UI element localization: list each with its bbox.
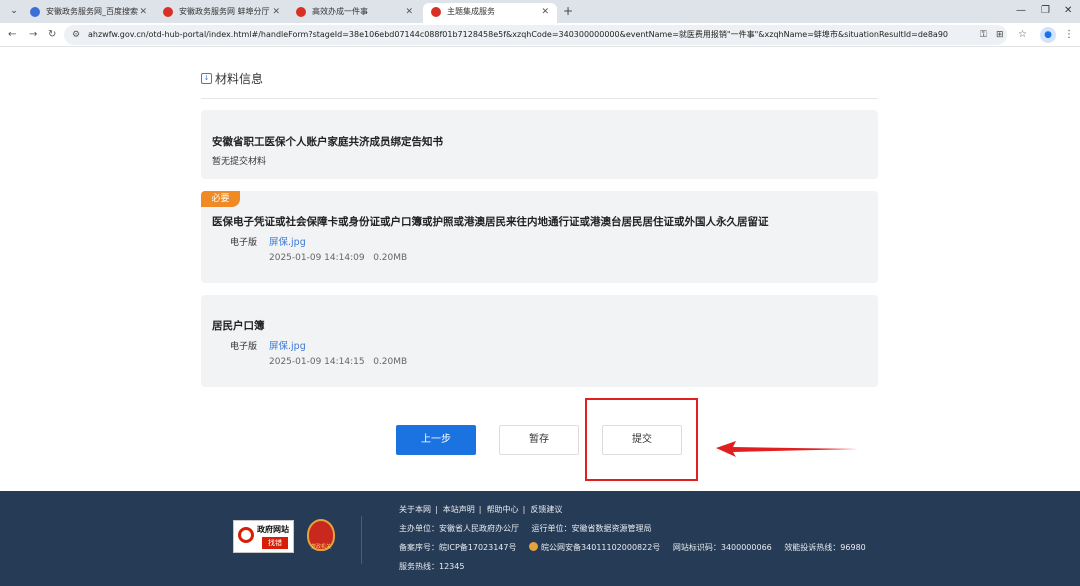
material-title: 医保电子凭证或社会保障卡或身份证或户口簿或护照或港澳居民来往内地通行证或港澳台居…: [212, 216, 769, 228]
browser-tab-1[interactable]: 安徽政务服务网_百度搜索 ✕: [22, 3, 155, 23]
translate-icon[interactable]: ⊞: [996, 27, 1004, 43]
restore-icon[interactable]: ❐: [1041, 3, 1050, 19]
url-field[interactable]: ⚙ ahzwfw.gov.cn/otd-hub-portal/index.htm…: [64, 25, 1007, 45]
footer-host: 主办单位：安徽省人民政府办公厅: [399, 524, 519, 533]
gov-icon: [296, 7, 306, 17]
footer-icp[interactable]: 备案序号：皖ICP备17023147号: [399, 543, 517, 552]
file-link[interactable]: 屏保.jpg: [269, 237, 306, 249]
file-time: 2025-01-09 14:14:09: [269, 253, 365, 263]
file-meta: 2025-01-09 14:14:15 0.20MB: [269, 356, 407, 368]
new-tab-icon[interactable]: +: [563, 3, 573, 19]
site-info-icon[interactable]: ⚙: [72, 27, 80, 43]
minimize-icon[interactable]: —: [1016, 3, 1026, 19]
browser-menu-icon[interactable]: ⋮: [1064, 27, 1074, 43]
reload-icon[interactable]: ↻: [48, 27, 56, 43]
close-icon[interactable]: ✕: [541, 3, 549, 21]
close-icon[interactable]: ✕: [139, 3, 147, 21]
footer-operator: 运行单位：安徽省数据资源管理局: [531, 524, 652, 533]
emblem-text: 党政机关: [310, 544, 331, 550]
logo-text: 找错: [262, 537, 288, 549]
footer-link-about[interactable]: 关于本网: [399, 505, 431, 514]
footer-hotline-line: 服务热线：12345: [399, 561, 474, 572]
browser-tab-4-active[interactable]: 主题集成服务 ✕: [423, 3, 557, 23]
footer-hotline: 服务热线：12345: [399, 562, 465, 571]
footer-link-feedback[interactable]: 反馈建议: [530, 505, 562, 514]
tab-title: 主题集成服务: [447, 7, 495, 16]
tab-title: 安徽政务服务网 蚌埠分厅: [179, 7, 270, 16]
back-icon[interactable]: ←: [8, 27, 16, 43]
police-badge-icon: [529, 542, 539, 551]
section-title: 材料信息: [215, 72, 264, 86]
save-draft-button[interactable]: 暂存: [499, 425, 579, 455]
material-title: 安徽省职工医保个人账户家庭共济成员绑定告知书: [212, 136, 443, 148]
material-card-1: 安徽省职工医保个人账户家庭共济成员绑定告知书 暂无提交材料: [201, 110, 878, 179]
material-card-3: 居民户口簿 电子版 屏保.jpg 2025-01-09 14:14:15 0.2…: [201, 295, 878, 387]
footer-complaint: 效能投诉热线：96980: [784, 543, 866, 552]
browser-tab-3[interactable]: 高效办成一件事 ✕: [288, 3, 421, 23]
footer-record-line: 备案序号：皖ICP备17023147号 皖公网安备34011102000822号…: [399, 542, 876, 553]
magnifier-icon: [238, 527, 254, 543]
gov-icon: [163, 7, 173, 17]
annotation-arrow: [716, 441, 858, 457]
url-text: ahzwfw.gov.cn/otd-hub-portal/index.html#…: [88, 30, 948, 39]
file-size: 0.20MB: [373, 357, 408, 367]
footer-link-help[interactable]: 帮助中心: [487, 505, 519, 514]
profile-avatar-icon[interactable]: ●: [1040, 27, 1056, 43]
tab-search-icon[interactable]: ⌄: [6, 4, 22, 19]
previous-step-button[interactable]: 上一步: [396, 425, 476, 455]
forward-icon[interactable]: →: [29, 27, 37, 43]
material-note: 暂无提交材料: [212, 157, 267, 167]
close-icon[interactable]: ✕: [272, 3, 280, 21]
required-badge: 必要: [201, 191, 240, 207]
file-type-label: 电子版: [230, 238, 258, 248]
footer-site-code: 网站标识码：3400000066: [672, 543, 772, 552]
tab-title: 高效办成一件事: [312, 7, 368, 16]
annotation-highlight-box: [585, 398, 698, 481]
footer-divider: [361, 516, 362, 564]
gov-icon: [431, 7, 441, 17]
party-gov-emblem-icon[interactable]: 党政机关: [307, 519, 335, 551]
file-size: 0.20MB: [373, 253, 408, 263]
material-title: 居民户口簿: [212, 320, 265, 332]
close-icon[interactable]: ✕: [405, 3, 413, 21]
file-meta: 2025-01-09 14:14:09 0.20MB: [269, 252, 407, 264]
material-info-icon: ↓: [201, 73, 212, 84]
file-time: 2025-01-09 14:14:15: [269, 357, 365, 367]
gov-site-error-report-logo[interactable]: 政府网站 找错: [233, 520, 294, 553]
password-key-icon[interactable]: ⚿: [980, 27, 987, 43]
footer-link-statement[interactable]: 本站声明: [443, 505, 475, 514]
address-bar-row: ← → ↻ ⚙ ahzwfw.gov.cn/otd-hub-portal/ind…: [0, 23, 1080, 47]
bookmark-star-icon[interactable]: ☆: [1018, 27, 1027, 43]
footer-host-line: 主办单位：安徽省人民政府办公厅 运行单位：安徽省数据资源管理局: [399, 523, 662, 534]
footer-links: 关于本网 | 本站声明 | 帮助中心 | 反馈建议: [399, 505, 563, 514]
logo-text: 政府网站: [257, 525, 289, 534]
file-type-label: 电子版: [230, 342, 258, 352]
site-footer: 政府网站 找错 党政机关 关于本网 | 本站声明 | 帮助中心 | 反馈建议 主办单位…: [0, 491, 1080, 586]
file-link[interactable]: 屏保.jpg: [269, 341, 306, 353]
footer-police-record[interactable]: 皖公网安备34011102000822号: [541, 543, 660, 552]
section-divider: [201, 98, 878, 99]
window-close-icon[interactable]: ✕: [1064, 3, 1072, 19]
material-card-2: 必要 医保电子凭证或社会保障卡或身份证或户口簿或护照或港澳居民来往内地通行证或港…: [201, 191, 878, 283]
baidu-icon: [30, 7, 40, 17]
tab-title: 安徽政务服务网_百度搜索: [46, 7, 138, 16]
browser-tab-2[interactable]: 安徽政务服务网 蚌埠分厅 ✕: [155, 3, 288, 23]
browser-tab-bar: ⌄ 安徽政务服务网_百度搜索 ✕ 安徽政务服务网 蚌埠分厅 ✕ 高效办成一件事 …: [0, 0, 1080, 23]
